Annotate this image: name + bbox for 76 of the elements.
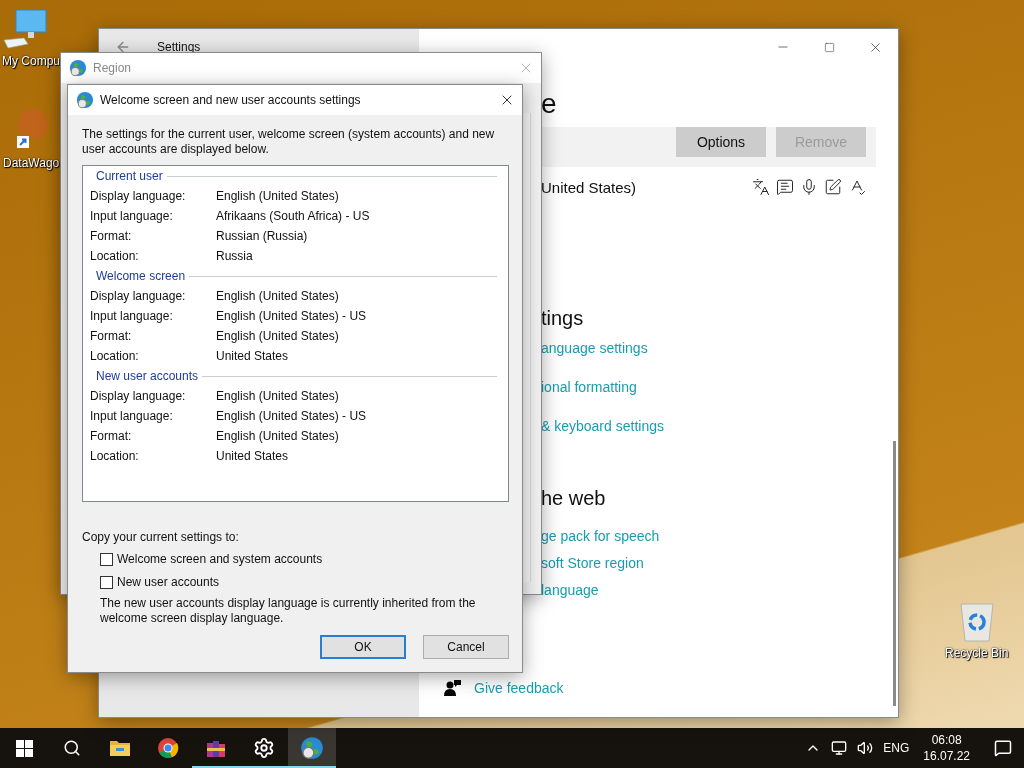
browser-icon: [157, 737, 179, 759]
volume-icon[interactable]: [857, 740, 874, 756]
window-title: Settings: [157, 40, 201, 54]
setting-label: Input language:: [90, 209, 174, 223]
globe-icon: [76, 91, 94, 109]
globe-icon: [69, 59, 87, 77]
setting-value: English (United States) - US: [216, 309, 367, 323]
section-heading: he web: [541, 486, 606, 511]
scrollbar[interactable]: [893, 441, 896, 706]
settings-link[interactable]: language: [541, 579, 599, 601]
setting-label: Input language:: [90, 309, 174, 323]
setting-label: Format:: [90, 429, 133, 443]
feedback-icon: [444, 679, 462, 697]
setting-value: United States: [216, 349, 289, 363]
options-button[interactable]: Options: [676, 127, 766, 157]
windows-logo-icon: [15, 739, 33, 757]
settings-link[interactable]: ge pack for speech: [541, 525, 660, 547]
group-heading: Current user: [96, 169, 163, 183]
checkbox[interactable]: [100, 575, 113, 589]
setting-value: English (United States): [216, 289, 339, 303]
note-text: The new user accounts display language is currently inherited from the welcome screen display language.: [100, 596, 477, 626]
clock-time[interactable]: 06:08: [931, 732, 962, 748]
feedback-link[interactable]: Give feedback: [474, 677, 564, 699]
settings-icon: [253, 737, 275, 759]
computer-icon: [2, 8, 48, 50]
setting-label: Format:: [90, 329, 133, 343]
settings-link[interactable]: ional formatting: [541, 376, 637, 398]
group-heading: New user accounts: [96, 369, 199, 383]
checkbox[interactable]: [100, 552, 113, 566]
taskbar-app-button[interactable]: [288, 728, 336, 768]
setting-label: Location:: [90, 249, 140, 263]
folder-icon: [109, 739, 131, 757]
window-title: Region: [93, 61, 133, 75]
search-icon: [63, 739, 81, 757]
network-icon[interactable]: [831, 740, 848, 756]
setting-label: Display language:: [90, 389, 187, 403]
page-heading: e: [541, 87, 557, 121]
notifications-icon[interactable]: [994, 739, 1012, 757]
settings-link[interactable]: anguage settings: [541, 337, 648, 359]
copy-label: Copy your current settings to:: [82, 530, 240, 545]
setting-value: English (United States): [216, 189, 339, 203]
setting-label: Display language:: [90, 289, 187, 303]
language-name: United States): [541, 178, 637, 196]
setting-label: Location:: [90, 349, 140, 363]
speech-bubble-icon: [776, 178, 794, 196]
section-heading: tings: [541, 306, 584, 331]
checkbox-label: New user accounts: [117, 575, 220, 589]
setting-value: English (United States): [216, 329, 339, 343]
dialog-title: Welcome screen and new user accounts settings: [100, 93, 362, 107]
intro-text: The settings for the current user, welcome screen (system accounts) and new user accounts are displayed below.: [82, 127, 496, 157]
desktop-icon-label[interactable]: My Compu: [2, 54, 60, 68]
setting-label: Input language:: [90, 409, 174, 423]
setting-value: United States: [216, 449, 289, 463]
language-icon: [752, 178, 770, 196]
ok-button[interactable]: OK: [320, 635, 406, 659]
setting-value: English (United States): [216, 429, 339, 443]
pen-icon: [824, 178, 842, 196]
group-heading: Welcome screen: [96, 269, 186, 283]
settings-link[interactable]: & keyboard settings: [541, 415, 664, 437]
clock-date[interactable]: 16.07.22: [923, 748, 970, 764]
input-language[interactable]: ENG: [883, 741, 910, 755]
maximize-icon: [823, 41, 835, 53]
setting-value: Afrikaans (South Africa) - US: [216, 209, 370, 223]
setting-label: Format:: [90, 229, 133, 243]
microphone-icon: [800, 178, 818, 196]
globe-icon: [300, 736, 324, 760]
setting-label: Display language:: [90, 189, 187, 203]
desktop-icon-label[interactable]: DataWago: [3, 156, 60, 170]
setting-value: English (United States) - US: [216, 409, 367, 423]
setting-value: Russia: [216, 249, 253, 263]
cancel-button[interactable]: Cancel: [423, 635, 509, 659]
setting-value: Russian (Russia): [216, 229, 308, 243]
setting-label: Location:: [90, 449, 140, 463]
setting-value: English (United States): [216, 389, 339, 403]
settings-link[interactable]: soft Store region: [541, 552, 644, 574]
checkbox-label: Welcome screen and system accounts: [117, 552, 323, 566]
